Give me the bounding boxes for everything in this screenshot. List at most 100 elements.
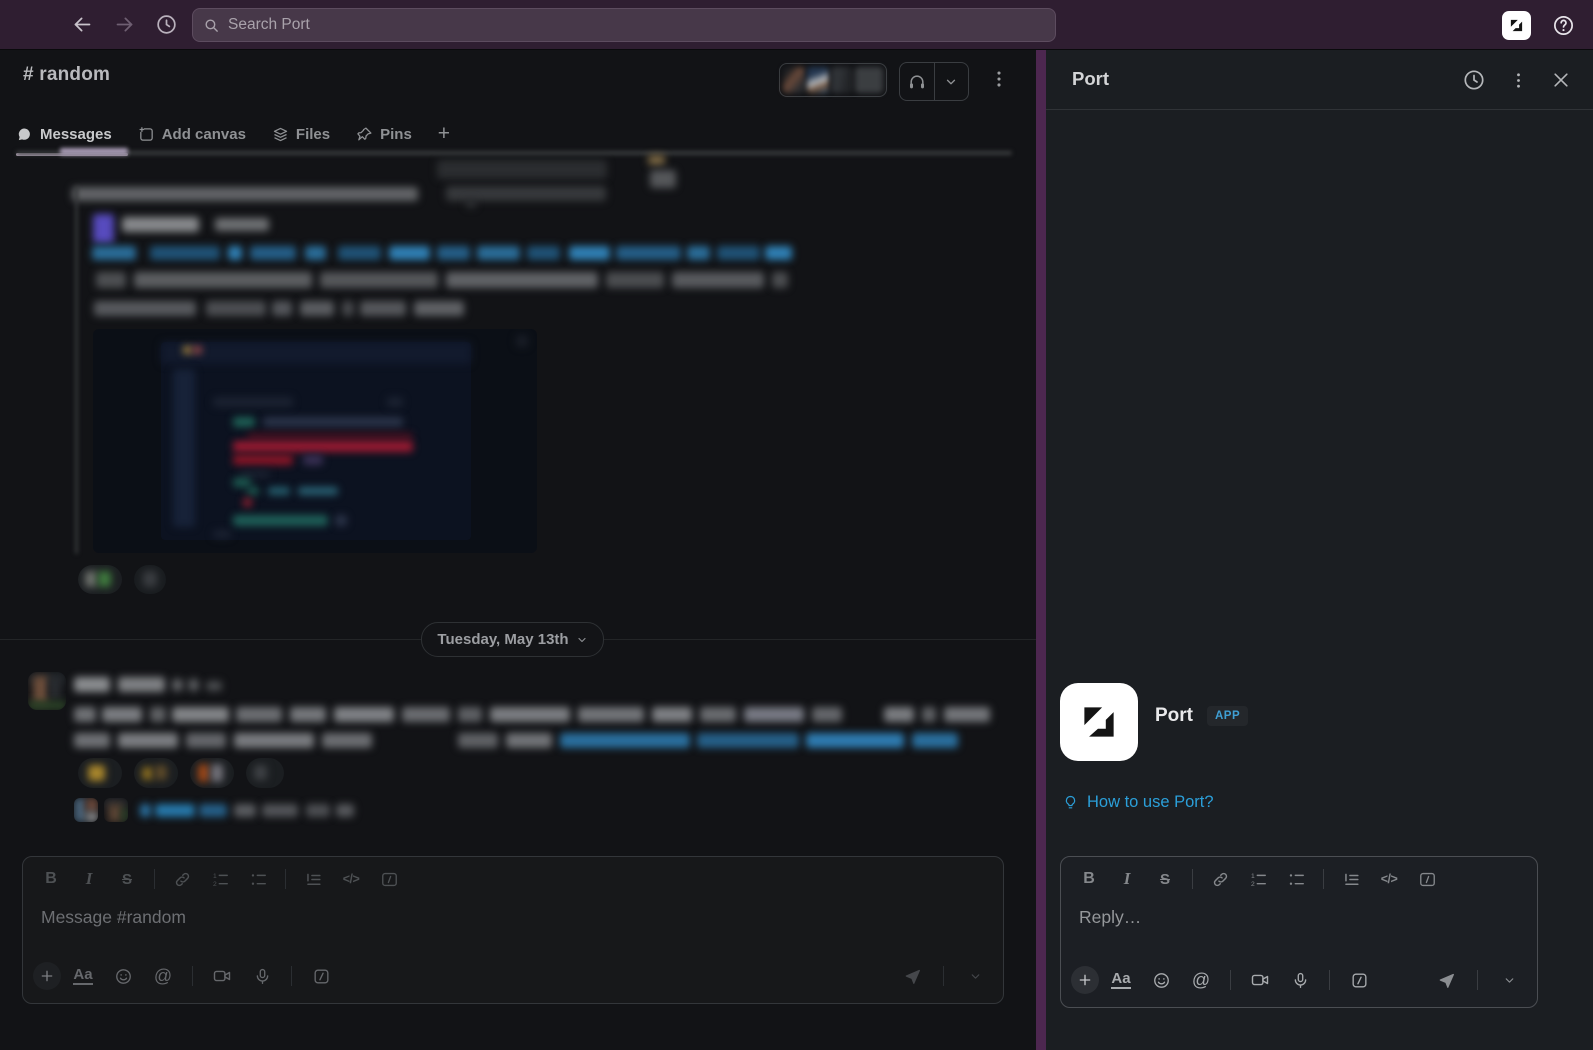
- send-button[interactable]: [1428, 966, 1464, 994]
- audio-button[interactable]: [1282, 966, 1318, 994]
- emoji-button[interactable]: [1143, 966, 1179, 994]
- code-button[interactable]: </>: [1371, 865, 1407, 893]
- formatting-toolbar: B I S 12 </>: [1071, 863, 1527, 895]
- port-logo-icon: [1076, 699, 1122, 745]
- divider: [1329, 970, 1330, 990]
- history-forward-button[interactable]: [108, 9, 140, 41]
- attach-button[interactable]: [33, 962, 61, 990]
- link-icon: [1211, 870, 1230, 889]
- blockquote-button[interactable]: [1333, 865, 1369, 893]
- kebab-icon: [1508, 70, 1529, 91]
- message-input[interactable]: Message #random: [33, 895, 993, 955]
- italic-button[interactable]: I: [1109, 865, 1145, 893]
- huddle-button[interactable]: [899, 62, 969, 101]
- app-badge: APP: [1207, 706, 1248, 726]
- reaction-pill[interactable]: [134, 758, 178, 788]
- app-name: Port: [1155, 705, 1193, 727]
- attach-button[interactable]: [1071, 966, 1099, 994]
- shortcuts-button[interactable]: [303, 962, 339, 990]
- date-divider[interactable]: Tuesday, May 13th: [421, 622, 604, 657]
- composer-actions: Aa @: [1071, 959, 1527, 1001]
- mention-button[interactable]: @: [145, 962, 181, 990]
- code-button[interactable]: </>: [333, 865, 369, 893]
- kebab-icon: [988, 68, 1010, 90]
- format-toggle-button[interactable]: Aa: [1103, 966, 1139, 994]
- plus-icon: [1077, 972, 1093, 988]
- screenshot-attachment[interactable]: [93, 329, 537, 553]
- strikethrough-button[interactable]: S: [1147, 865, 1183, 893]
- history-back-button[interactable]: [66, 9, 98, 41]
- link-button[interactable]: [1202, 865, 1238, 893]
- microphone-icon: [253, 967, 272, 986]
- member-avatars-button[interactable]: [779, 63, 887, 97]
- link-icon: [173, 870, 192, 889]
- port-app-topbar-icon[interactable]: [1502, 11, 1531, 40]
- divider: [943, 966, 944, 986]
- strikethrough-button[interactable]: S: [109, 865, 145, 893]
- help-link[interactable]: How to use Port?: [1087, 793, 1214, 812]
- close-panel-button[interactable]: [1551, 70, 1571, 90]
- strikethrough-icon: S: [1160, 871, 1170, 888]
- emoji-icon: [1152, 971, 1171, 990]
- emoji-button[interactable]: [105, 962, 141, 990]
- chevron-down-icon: [944, 75, 958, 89]
- code-block-button[interactable]: [371, 865, 407, 893]
- schedule-send-button[interactable]: [1491, 966, 1527, 994]
- mention-icon: @: [154, 966, 172, 987]
- tab-add-canvas[interactable]: Add canvas: [138, 126, 246, 143]
- canvas-icon: [138, 126, 155, 143]
- reaction-pill[interactable]: [78, 758, 122, 788]
- history-button[interactable]: [1462, 68, 1486, 92]
- italic-button[interactable]: I: [71, 865, 107, 893]
- video-button[interactable]: [1242, 966, 1278, 994]
- send-button[interactable]: [894, 962, 930, 990]
- huddle-more-button[interactable]: [935, 63, 969, 100]
- tab-pins[interactable]: Pins: [356, 126, 412, 143]
- search-input[interactable]: Search Port: [192, 8, 1056, 42]
- channel-more-button[interactable]: [988, 68, 1010, 90]
- code-block-button[interactable]: [1409, 865, 1445, 893]
- divider: [1192, 869, 1193, 889]
- svg-text:2: 2: [212, 881, 216, 888]
- avatar: [74, 798, 98, 822]
- format-toggle-button[interactable]: Aa: [65, 962, 101, 990]
- mention-button[interactable]: @: [1183, 966, 1219, 994]
- panel-resize-divider[interactable]: [1036, 50, 1046, 1050]
- headphones-icon: [900, 63, 934, 100]
- schedule-send-button[interactable]: [957, 962, 993, 990]
- help-button[interactable]: [1547, 9, 1579, 41]
- search-icon: [203, 17, 220, 34]
- divider: [285, 869, 286, 889]
- port-logo-icon: [1507, 16, 1526, 35]
- reaction-pill[interactable]: [78, 565, 122, 594]
- tab-messages[interactable]: Messages: [16, 126, 112, 143]
- panel-more-button[interactable]: [1508, 70, 1529, 91]
- divider: [1230, 970, 1231, 990]
- video-button[interactable]: [204, 962, 240, 990]
- code-icon: </>: [343, 872, 360, 886]
- reply-input[interactable]: Reply…: [1071, 895, 1527, 959]
- avatar[interactable]: [28, 672, 66, 710]
- bold-icon: B: [45, 870, 57, 888]
- code-block-icon: [1418, 870, 1437, 889]
- bulleted-list-button[interactable]: [240, 865, 276, 893]
- blockquote-button[interactable]: [295, 865, 331, 893]
- bulleted-list-button[interactable]: [1278, 865, 1314, 893]
- reaction-pill[interactable]: [134, 565, 166, 594]
- mention-icon: @: [1192, 970, 1210, 991]
- ordered-list-icon: 12: [211, 870, 230, 889]
- reaction-pill[interactable]: [246, 758, 284, 788]
- bold-button[interactable]: B: [1071, 865, 1107, 893]
- shortcuts-button[interactable]: [1341, 966, 1377, 994]
- audio-button[interactable]: [244, 962, 280, 990]
- message-composer: B I S 12 </> Message #random Aa @: [22, 856, 1004, 1004]
- add-tab-button[interactable]: +: [438, 122, 450, 146]
- reaction-pill[interactable]: [190, 758, 234, 788]
- history-button[interactable]: [150, 9, 182, 41]
- bold-button[interactable]: B: [33, 865, 69, 893]
- ordered-list-button[interactable]: 12: [202, 865, 238, 893]
- tab-files[interactable]: Files: [272, 126, 330, 143]
- avatar: [783, 67, 805, 93]
- ordered-list-button[interactable]: 12: [1240, 865, 1276, 893]
- link-button[interactable]: [164, 865, 200, 893]
